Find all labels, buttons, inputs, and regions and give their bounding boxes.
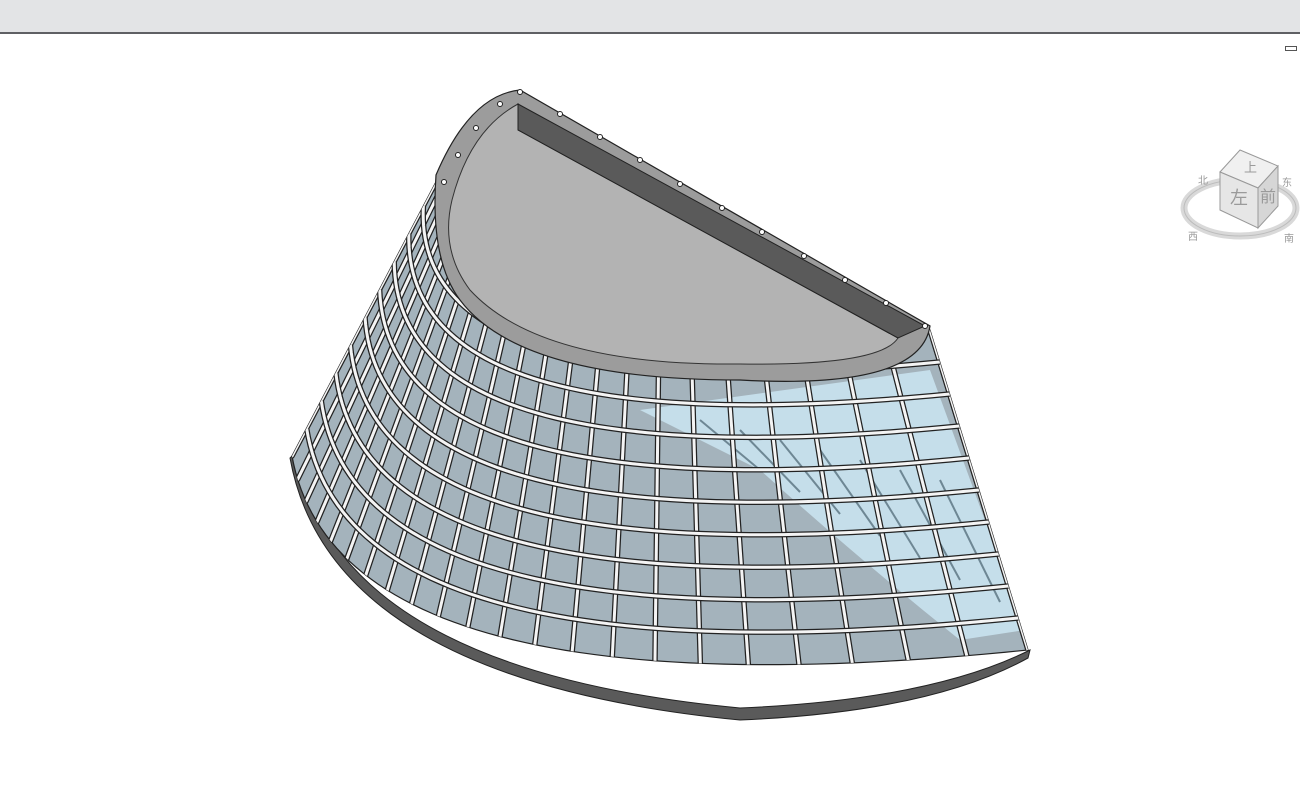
anchor-point	[597, 134, 603, 140]
compass-label-west: 西	[1188, 232, 1198, 243]
anchor-point	[842, 277, 848, 283]
compass-label-east: 东	[1282, 176, 1292, 189]
anchor-point	[922, 323, 928, 329]
anchor-point	[637, 157, 643, 163]
viewcube-label-front: 前	[1260, 187, 1276, 206]
roof-slab	[448, 103, 899, 365]
viewcube-label-top: 上	[1244, 161, 1257, 176]
viewcube-icon[interactable]: 上 左 前 西 南 东 北	[1178, 144, 1300, 256]
anchor-point	[719, 205, 725, 211]
compass-label-north: 北	[1198, 175, 1208, 187]
anchor-point	[801, 253, 807, 259]
anchor-point	[759, 229, 765, 235]
anchor-point	[441, 179, 447, 185]
building-model[interactable]	[0, 34, 1300, 812]
anchor-point	[883, 300, 889, 306]
compass-label-south: 南	[1284, 232, 1294, 245]
anchor-point	[557, 111, 563, 117]
anchor-point	[455, 152, 461, 158]
viewcube-label-left: 左	[1230, 188, 1248, 209]
window-titlebar	[0, 0, 1300, 34]
3d-viewport[interactable]: 上 左 前 西 南 东 北	[0, 34, 1300, 812]
anchor-point	[677, 181, 683, 187]
anchor-point	[473, 125, 479, 131]
anchor-point	[517, 89, 523, 95]
anchor-point	[497, 101, 503, 107]
